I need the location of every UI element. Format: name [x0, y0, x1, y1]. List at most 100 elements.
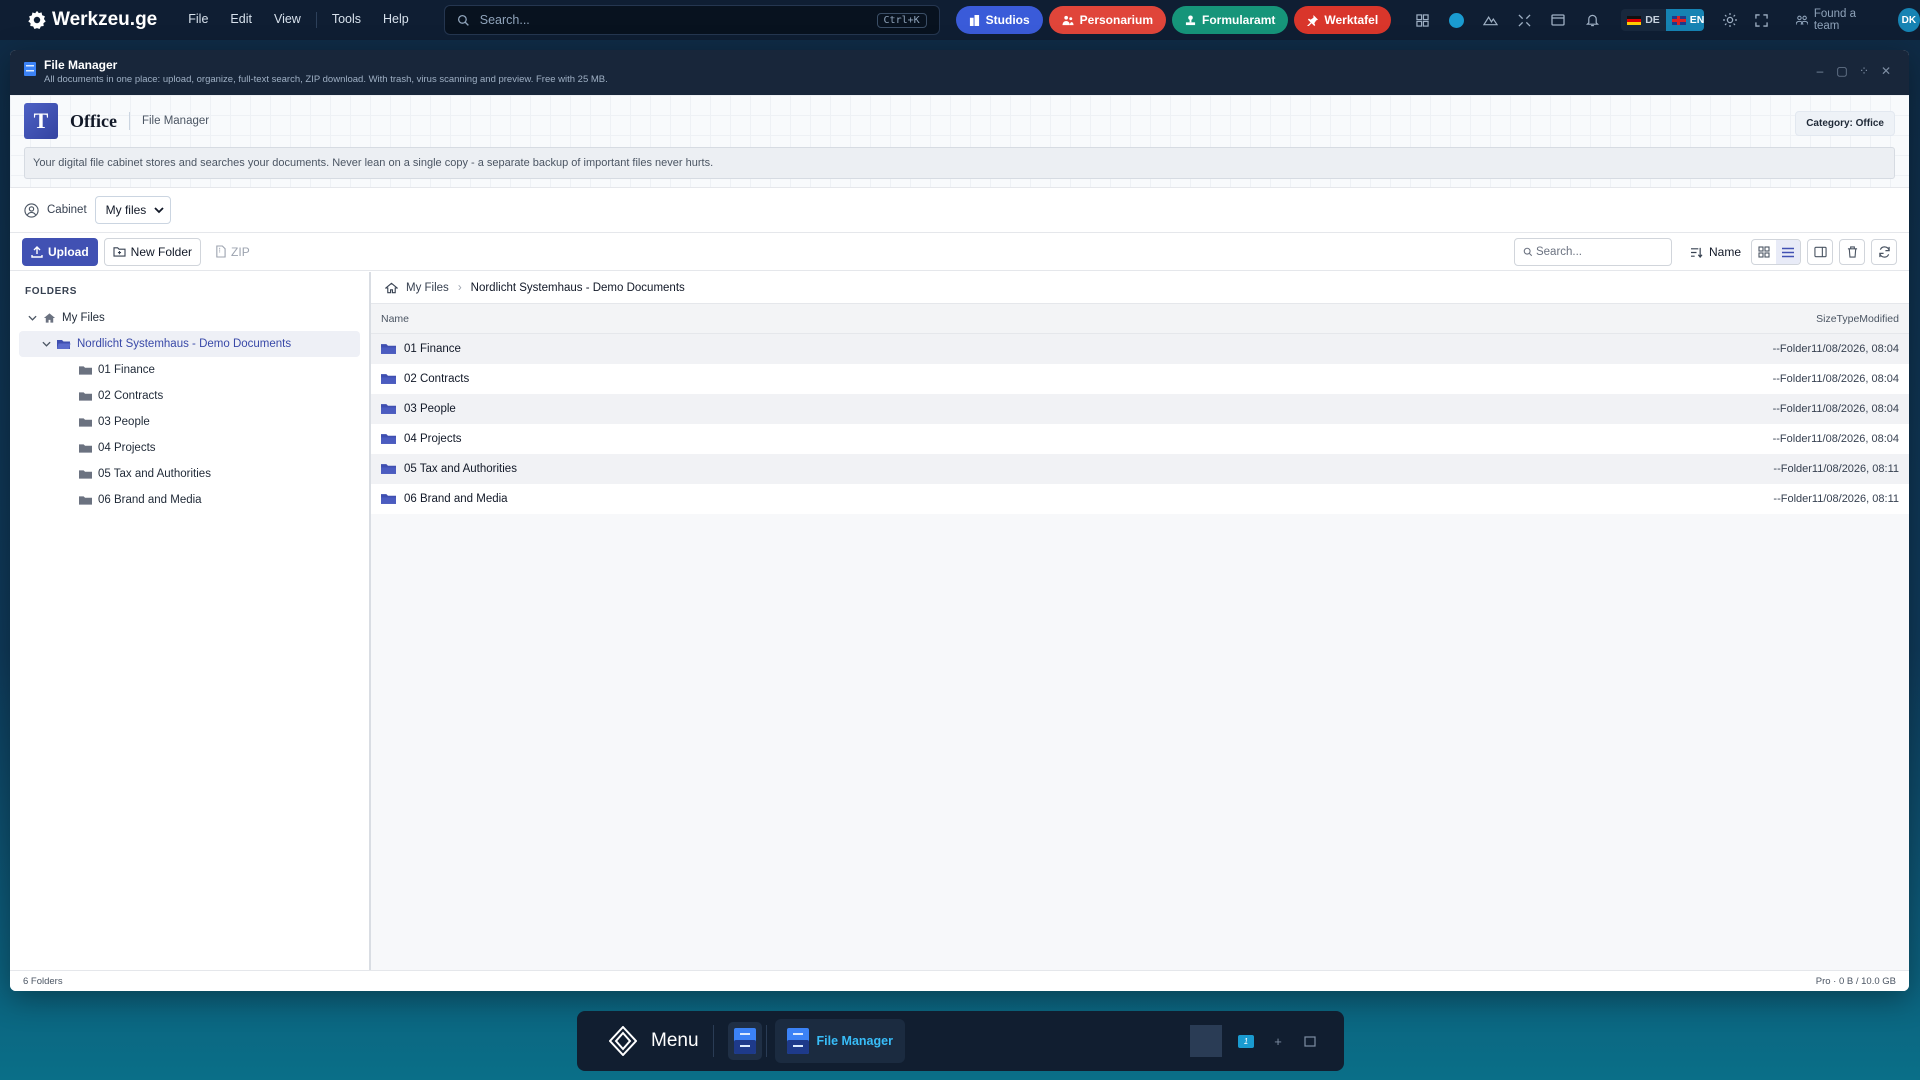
menu-help[interactable]: Help: [372, 12, 420, 28]
chevron-down-icon[interactable]: [25, 315, 39, 321]
table-row[interactable]: 04 Projects --Folder11/08/2026, 08:04: [371, 424, 1909, 454]
table-row[interactable]: 06 Brand and Media --Folder11/08/2026, 0…: [371, 484, 1909, 514]
table-row[interactable]: 01 Finance --Folder11/08/2026, 08:04: [371, 334, 1909, 364]
folder-plus-icon: [113, 247, 126, 257]
lang-de-option[interactable]: DE: [1621, 9, 1666, 31]
taskbar: Menu File Manager 1 +: [577, 1011, 1344, 1071]
folders-heading: FOLDERS: [25, 286, 77, 297]
studios-button[interactable]: Studios: [955, 6, 1043, 34]
apps-grid-icon[interactable]: [1405, 6, 1439, 34]
minimize-icon[interactable]: –: [1809, 64, 1831, 78]
trash-button[interactable]: [1839, 239, 1865, 265]
user-circle-icon: [24, 202, 39, 218]
table-row[interactable]: 05 Tax and Authorities --Folder11/08/202…: [371, 454, 1909, 484]
taskbar-pinned-file-manager[interactable]: [727, 1022, 762, 1060]
tree-node-demo-documents[interactable]: Nordlicht Systemhaus - Demo Documents: [19, 331, 360, 357]
menu-divider: [315, 12, 317, 28]
menu-tools[interactable]: Tools: [321, 12, 372, 28]
sort-button[interactable]: Name: [1690, 245, 1741, 259]
sun-icon[interactable]: [1714, 6, 1746, 34]
pin-window-icon[interactable]: ⁘: [1853, 64, 1875, 78]
table-row[interactable]: 03 People --Folder11/08/2026, 08:04: [371, 394, 1909, 424]
add-workspace-icon[interactable]: +: [1262, 1034, 1294, 1049]
window-icon[interactable]: [1541, 6, 1575, 34]
upload-button[interactable]: Upload: [22, 237, 98, 266]
bell-icon[interactable]: [1575, 6, 1609, 34]
maximize-icon[interactable]: ▢: [1831, 64, 1853, 78]
tree-label: 05 Tax and Authorities: [98, 468, 211, 480]
found-team-link[interactable]: Found a team: [1795, 8, 1880, 32]
workspace-number: 1: [1238, 1034, 1254, 1048]
taskbar-divider: [1190, 1025, 1222, 1057]
status-dot-icon[interactable]: [1439, 6, 1473, 34]
search-icon: [457, 14, 469, 26]
start-menu-button[interactable]: Menu: [609, 1026, 699, 1056]
window-subtitle: All documents in one place: upload, orga…: [44, 74, 608, 85]
global-search-input[interactable]: Search... Ctrl+K: [443, 5, 940, 35]
tree-node-people[interactable]: 03 People: [19, 409, 360, 435]
folder-count: 6 Folders: [23, 975, 63, 987]
refresh-button[interactable]: [1871, 239, 1897, 265]
file-cabinet-icon: [786, 1028, 809, 1054]
fullscreen-icon[interactable]: [1746, 6, 1778, 34]
list-view-icon[interactable]: [1776, 240, 1800, 264]
row-name: 06 Brand and Media: [404, 493, 508, 505]
taskbar-active-file-manager[interactable]: File Manager: [774, 1019, 905, 1063]
workspace-indicator[interactable]: 1: [1230, 1034, 1262, 1048]
row-meta: --Folder11/08/2026, 08:11: [1773, 463, 1899, 475]
grid-view-icon[interactable]: [1752, 240, 1776, 264]
breadcrumb-root[interactable]: My Files: [406, 282, 449, 294]
folder-icon: [79, 365, 92, 375]
title-divider: [128, 112, 130, 130]
home-icon: [43, 313, 56, 323]
show-desktop-icon[interactable]: [1294, 1035, 1326, 1047]
sort-label: Name: [1708, 245, 1741, 259]
menu-label: Menu: [651, 1030, 699, 1051]
top-icons: [1405, 6, 1609, 34]
menu-file[interactable]: File: [177, 12, 219, 28]
new-folder-label: New Folder: [130, 244, 193, 259]
shrink-icon[interactable]: [1507, 6, 1541, 34]
tree-node-finance[interactable]: 01 Finance: [19, 357, 360, 383]
new-folder-button[interactable]: New Folder: [103, 237, 202, 266]
tree-node-my-files[interactable]: My Files: [19, 305, 360, 331]
preview-panel-button[interactable]: [1807, 239, 1833, 265]
language-switch[interactable]: DE EN: [1621, 9, 1705, 31]
table-row[interactable]: 02 Contracts --Folder11/08/2026, 08:04: [371, 364, 1909, 394]
column-size-type-modified[interactable]: SizeTypeModified: [1816, 313, 1899, 325]
menu-view[interactable]: View: [263, 12, 312, 28]
file-list-panel: My Files › Nordlicht Systemhaus - Demo D…: [371, 272, 1909, 970]
app-subtitle: File Manager: [141, 115, 210, 127]
chevron-down-icon[interactable]: [39, 341, 53, 347]
folder-icon: [79, 469, 92, 479]
file-toolbar: Upload New Folder ZIP Search... Name: [10, 233, 1909, 271]
mountain-icon[interactable]: [1473, 6, 1507, 34]
view-toggle: [1751, 239, 1801, 265]
tree-node-brand[interactable]: 06 Brand and Media: [19, 487, 360, 513]
tree-node-projects[interactable]: 04 Projects: [19, 435, 360, 461]
file-cabinet-icon: [24, 62, 36, 76]
window-title: File Manager: [44, 58, 118, 72]
close-icon[interactable]: ✕: [1875, 64, 1897, 78]
personarium-button[interactable]: Personarium: [1048, 6, 1167, 34]
home-icon[interactable]: [385, 282, 398, 294]
tree-node-tax[interactable]: 05 Tax and Authorities: [19, 461, 360, 487]
diamond-logo-icon: [609, 1026, 637, 1056]
studio-pills: Studios Personarium Formularamt Werktafe…: [955, 6, 1398, 34]
werktafel-button[interactable]: Werktafel: [1294, 6, 1392, 34]
zip-button[interactable]: ZIP: [207, 238, 258, 266]
folder-tree: FOLDERS My Files Nordlicht Systemhaus - …: [10, 272, 371, 970]
formularamt-button[interactable]: Formularamt: [1172, 6, 1289, 34]
menu-edit[interactable]: Edit: [219, 12, 263, 28]
lang-en-option[interactable]: EN: [1665, 9, 1705, 31]
tree-node-contracts[interactable]: 02 Contracts: [19, 383, 360, 409]
column-name[interactable]: Name: [381, 313, 1816, 325]
window-titlebar[interactable]: File Manager All documents in one place:…: [10, 50, 1909, 95]
cabinet-label: Cabinet: [47, 204, 87, 216]
user-avatar[interactable]: DK: [1897, 8, 1920, 32]
file-search-input[interactable]: Search...: [1513, 238, 1672, 266]
personarium-label: Personarium: [1079, 13, 1154, 27]
row-name: 05 Tax and Authorities: [404, 463, 517, 475]
cabinet-select[interactable]: My files: [94, 196, 172, 224]
brand-logo[interactable]: Werkzeu.ge: [26, 9, 157, 31]
